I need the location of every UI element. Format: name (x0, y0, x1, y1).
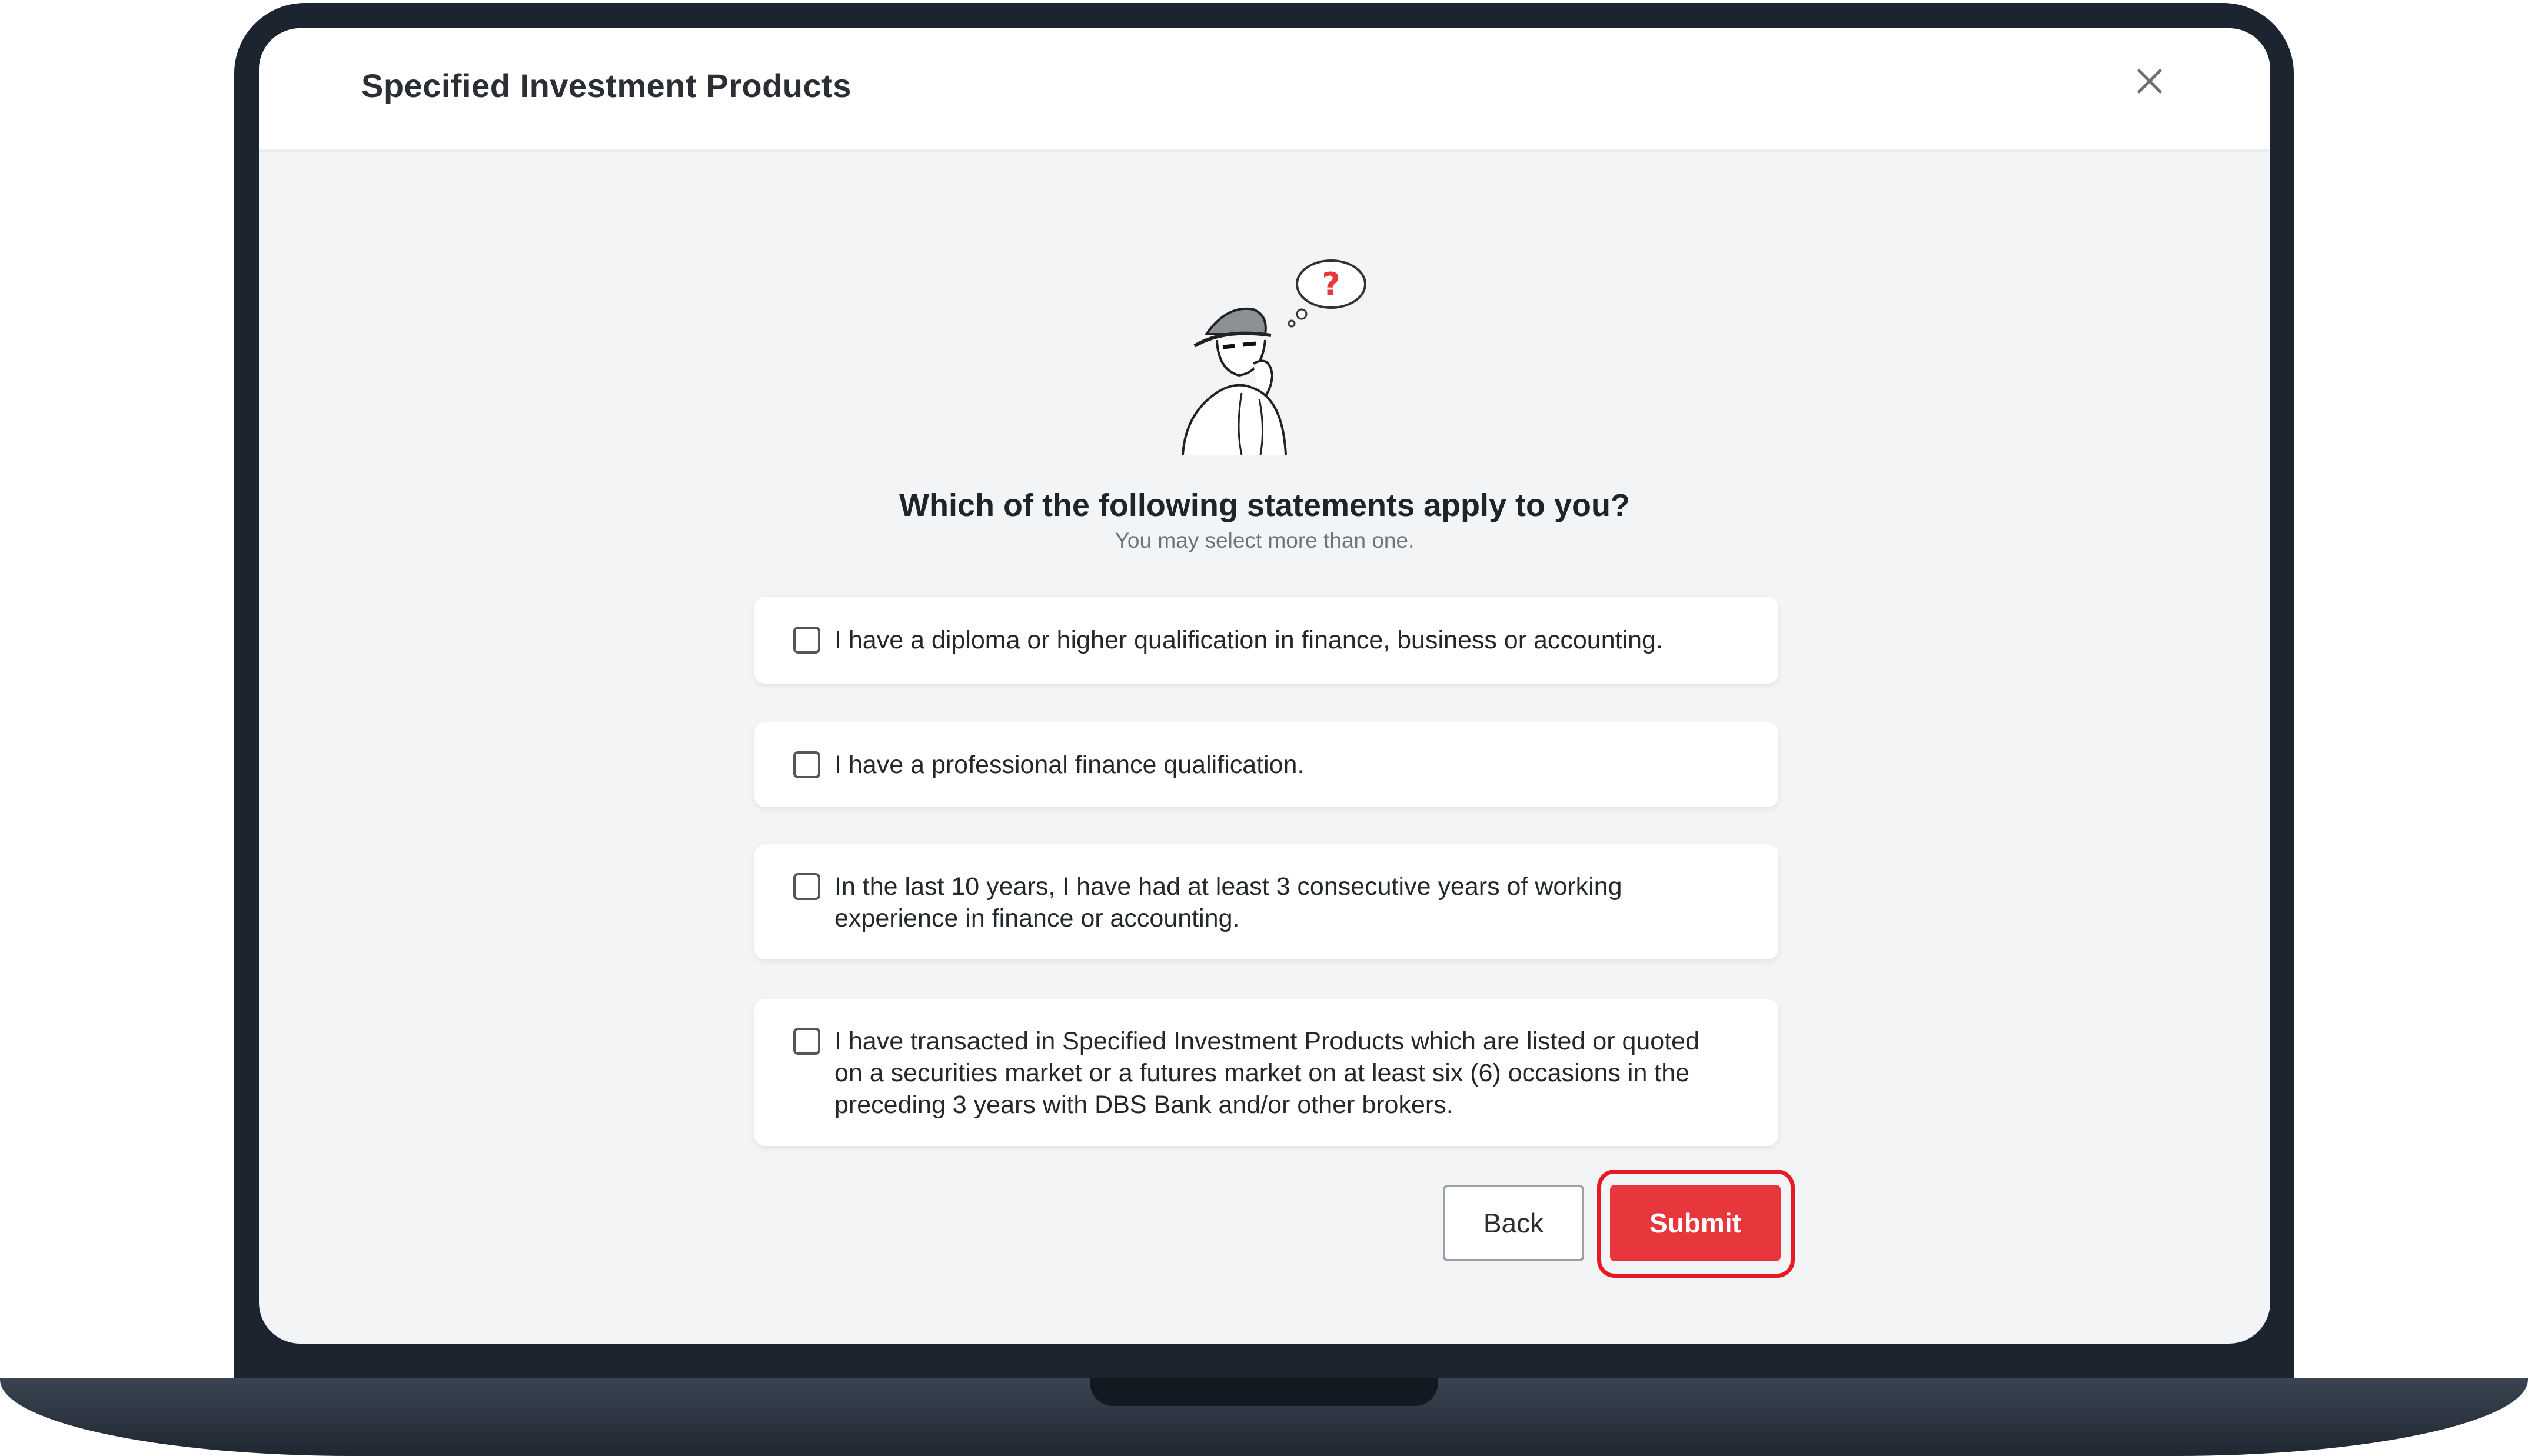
checkbox-transactions[interactable] (793, 1028, 820, 1055)
thinking-person-icon: ? (1182, 259, 1366, 455)
laptop-notch (1090, 1378, 1438, 1406)
svg-text:?: ? (1322, 266, 1340, 303)
option-diploma[interactable]: I have a diploma or higher qualification… (754, 597, 1778, 684)
question-hint: You may select more than one. (1115, 528, 1415, 552)
option-label: I have a diploma or higher qualification… (834, 626, 1663, 654)
checkbox-diploma[interactable] (793, 627, 820, 654)
modal-header: Specified Investment Products (259, 28, 2270, 152)
checkbox-experience[interactable] (793, 873, 820, 900)
submit-button[interactable]: Submit (1610, 1185, 1781, 1261)
option-label: I have a professional finance qualificat… (834, 751, 1305, 779)
option-label: I have transacted in Specified Investmen… (834, 1027, 1699, 1119)
screen: Specified Investment Products ? Which of… (259, 28, 2270, 1344)
modal-title: Specified Investment Products (361, 67, 851, 104)
checkbox-professional[interactable] (793, 751, 820, 778)
option-professional[interactable]: I have a professional finance qualificat… (754, 722, 1778, 807)
option-experience[interactable]: In the last 10 years, I have had at leas… (754, 844, 1778, 959)
back-button[interactable]: Back (1443, 1185, 1584, 1261)
close-icon (2137, 69, 2162, 94)
option-transactions[interactable]: I have transacted in Specified Investmen… (754, 999, 1778, 1146)
question-title: Which of the following statements apply … (899, 488, 1630, 523)
close-button[interactable] (2126, 58, 2173, 105)
option-label: In the last 10 years, I have had at leas… (834, 872, 1622, 932)
